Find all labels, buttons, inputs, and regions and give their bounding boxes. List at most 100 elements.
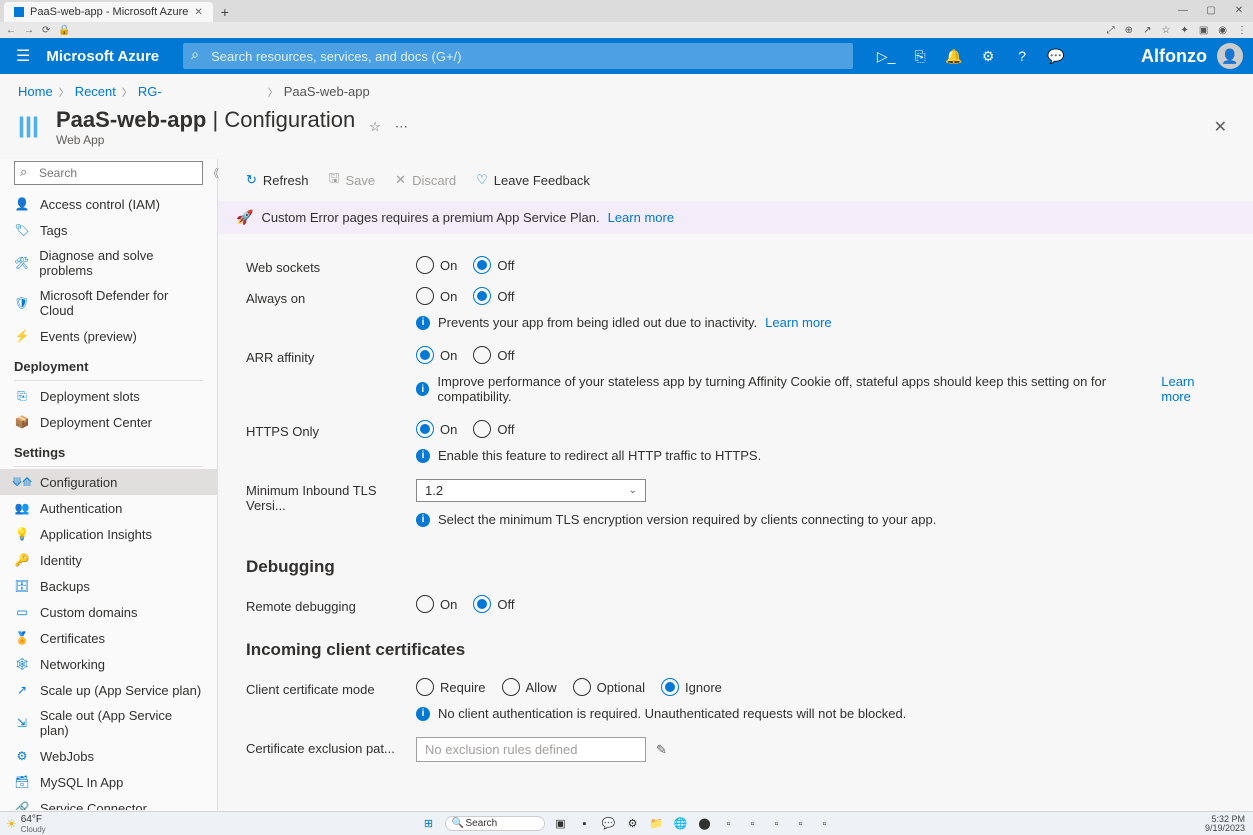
always-on-on[interactable]: On: [416, 287, 457, 305]
sidebar-item-icon: ↗: [14, 682, 30, 698]
arr-affinity-off[interactable]: Off: [473, 346, 514, 364]
web-sockets-on[interactable]: On: [416, 256, 457, 274]
sidebar-item[interactable]: ⚡Events (preview): [0, 323, 217, 349]
taskbar-app-icon[interactable]: 🌐: [673, 816, 689, 832]
sidebar-item-icon: 👥: [14, 500, 30, 516]
cert-mode-require[interactable]: Require: [416, 678, 486, 696]
weather-widget[interactable]: ☀ 64°F Cloudy: [6, 814, 46, 834]
sidebar-search-input[interactable]: [14, 161, 203, 185]
global-search-input[interactable]: [183, 43, 853, 69]
lock-icon[interactable]: 🔒: [58, 25, 70, 36]
sidebar-item[interactable]: 🛡Microsoft Defender for Cloud: [0, 283, 217, 323]
help-icon[interactable]: ?: [1005, 38, 1039, 74]
chrome-icon[interactable]: ☆: [1161, 25, 1170, 36]
chrome-icon[interactable]: ⊕: [1125, 25, 1133, 36]
taskbar-app-icon[interactable]: ▪: [577, 816, 593, 832]
close-blade-icon[interactable]: ✕: [1214, 117, 1235, 137]
hamburger-icon[interactable]: ☰: [0, 46, 46, 66]
refresh-button[interactable]: ↻Refresh: [246, 172, 308, 188]
menu-icon[interactable]: ⋮: [1237, 25, 1247, 36]
nav-back-icon[interactable]: ←: [6, 25, 16, 36]
breadcrumb-link[interactable]: RG-: [138, 84, 162, 99]
user-name[interactable]: Alfonzo: [1141, 46, 1207, 67]
taskbar-app-icon[interactable]: ▫: [817, 816, 833, 832]
https-only-on[interactable]: On: [416, 420, 457, 438]
sidebar-item[interactable]: 🔑Identity: [0, 547, 217, 573]
taskbar-app-icon[interactable]: 📁: [649, 816, 665, 832]
profile-icon[interactable]: ◉: [1218, 25, 1227, 36]
sidebar-item[interactable]: 🔗Service Connector: [0, 795, 217, 810]
sidebar-item[interactable]: ⚙WebJobs: [0, 743, 217, 769]
cloud-shell-icon[interactable]: ▷_: [869, 38, 903, 74]
feedback-button[interactable]: ♡Leave Feedback: [476, 172, 590, 188]
taskbar-app-icon[interactable]: ⚙: [625, 816, 641, 832]
directory-icon[interactable]: ⎘: [903, 38, 937, 74]
product-name[interactable]: Microsoft Azure: [46, 48, 183, 65]
window-minimize[interactable]: —: [1169, 0, 1197, 20]
title-bar: PaaS-web-app | Configuration Web App ☆ ⋯…: [0, 103, 1253, 159]
sidebar-item[interactable]: 🕸Networking: [0, 651, 217, 677]
sidebar-item[interactable]: 👤Access control (IAM): [0, 191, 217, 217]
sidebar-item[interactable]: 🏅Certificates: [0, 625, 217, 651]
cert-mode-ignore[interactable]: Ignore: [661, 678, 722, 696]
notifications-icon[interactable]: 🔔: [937, 38, 971, 74]
https-only-off[interactable]: Off: [473, 420, 514, 438]
always-on-off[interactable]: Off: [473, 287, 514, 305]
web-sockets-off[interactable]: Off: [473, 256, 514, 274]
taskbar-search[interactable]: 🔍Search: [445, 816, 545, 831]
chrome-icon[interactable]: ▣: [1199, 25, 1208, 36]
new-tab-button[interactable]: +: [213, 4, 237, 20]
sidebar-item[interactable]: 📦Deployment Center: [0, 409, 217, 435]
taskbar-app-icon[interactable]: ▫: [721, 816, 737, 832]
remote-debug-on[interactable]: On: [416, 595, 457, 613]
arr-affinity-on[interactable]: On: [416, 346, 457, 364]
extensions-icon[interactable]: ✦: [1180, 25, 1188, 36]
settings-gear-icon[interactable]: ⚙: [971, 38, 1005, 74]
taskbar-app-icon[interactable]: ⬤: [697, 816, 713, 832]
feedback-icon[interactable]: 💬: [1039, 38, 1073, 74]
window-close[interactable]: ✕: [1225, 0, 1253, 20]
taskbar-app-icon[interactable]: ▣: [553, 816, 569, 832]
remote-debug-off[interactable]: Off: [473, 595, 514, 613]
favorite-star-icon[interactable]: ☆: [369, 119, 381, 135]
min-tls-dropdown[interactable]: 1.2⌄: [416, 479, 646, 502]
cert-mode-optional[interactable]: Optional: [573, 678, 645, 696]
arr-learn-more[interactable]: Learn more: [1161, 374, 1225, 404]
sidebar-item[interactable]: ↗Scale up (App Service plan): [0, 677, 217, 703]
cert-mode-allow[interactable]: Allow: [502, 678, 557, 696]
taskbar-app-icon[interactable]: ▫: [769, 816, 785, 832]
nav-reload-icon[interactable]: ⟳: [42, 25, 50, 36]
sidebar-item[interactable]: ⟱⟰Configuration: [0, 469, 217, 495]
more-actions-icon[interactable]: ⋯: [395, 119, 408, 135]
sidebar-item[interactable]: ⎘Deployment slots: [0, 383, 217, 409]
chrome-icon[interactable]: ⤢: [1107, 25, 1115, 36]
cert-exclusion-input[interactable]: No exclusion rules defined: [416, 737, 646, 762]
sidebar-item-label: Diagnose and solve problems: [39, 248, 203, 278]
sidebar-item[interactable]: 🛠Diagnose and solve problems: [0, 243, 217, 283]
user-avatar[interactable]: 👤: [1217, 43, 1243, 69]
sidebar-item[interactable]: 🗄Backups: [0, 573, 217, 599]
sidebar-item[interactable]: 🗃MySQL In App: [0, 769, 217, 795]
window-maximize[interactable]: ▢: [1197, 0, 1225, 20]
sidebar-heading: Deployment: [0, 349, 217, 378]
sidebar-item[interactable]: ▭Custom domains: [0, 599, 217, 625]
breadcrumb-link[interactable]: Recent: [75, 84, 116, 99]
browser-tab[interactable]: PaaS-web-app - Microsoft Azure ✕: [4, 2, 213, 22]
taskbar-app-icon[interactable]: ▫: [745, 816, 761, 832]
tab-close-icon[interactable]: ✕: [194, 7, 202, 18]
breadcrumb-link[interactable]: Home: [18, 84, 53, 99]
nav-forward-icon[interactable]: →: [24, 25, 34, 36]
sidebar-item[interactable]: ⇲Scale out (App Service plan): [0, 703, 217, 743]
sidebar-item-icon: 📦: [14, 414, 30, 430]
system-tray[interactable]: 5:32 PM 9/19/2023: [1205, 815, 1253, 833]
sidebar-item[interactable]: 👥Authentication: [0, 495, 217, 521]
always-on-learn-more[interactable]: Learn more: [765, 315, 831, 330]
banner-link[interactable]: Learn more: [608, 210, 674, 225]
start-button[interactable]: ⊞: [421, 816, 437, 832]
edit-pencil-icon[interactable]: ✎: [656, 742, 667, 758]
chrome-icon[interactable]: ↗: [1143, 25, 1151, 36]
sidebar-item[interactable]: 🏷Tags: [0, 217, 217, 243]
taskbar-app-icon[interactable]: 💬: [601, 816, 617, 832]
sidebar-item[interactable]: 💡Application Insights: [0, 521, 217, 547]
taskbar-app-icon[interactable]: ▫: [793, 816, 809, 832]
